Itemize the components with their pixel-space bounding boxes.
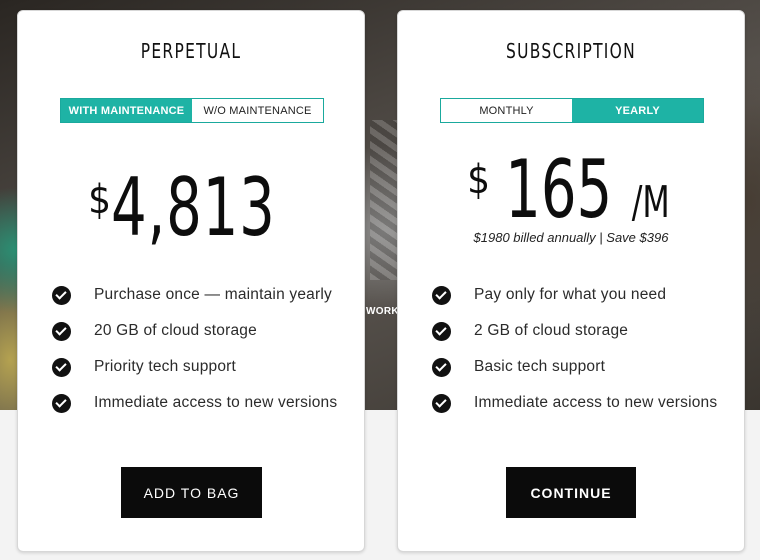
checkmark-circle-icon <box>52 357 71 377</box>
checkmark-circle-icon <box>432 321 451 341</box>
feature-text: Pay only for what you need <box>474 286 667 303</box>
feature-item: Immediate access to new versions <box>52 385 337 421</box>
perpetual-plan-title: PERPETUAL <box>140 39 242 63</box>
billing-period-toggle: MONTHLY YEARLY <box>440 98 704 123</box>
checkmark-circle-icon <box>52 393 71 413</box>
feature-item: Basic tech support <box>432 349 717 385</box>
checkmark-circle-icon <box>432 357 451 377</box>
checkmark-circle-icon <box>52 321 71 341</box>
feature-text: Immediate access to new versions <box>474 394 718 411</box>
subscription-feature-list: Pay only for what you need 2 GB of cloud… <box>432 277 717 421</box>
feature-text: Purchase once — maintain yearly <box>94 286 332 303</box>
feature-text: 20 GB of cloud storage <box>94 322 257 339</box>
subscription-price: $165/M <box>398 143 744 236</box>
maintenance-toggle: WITH MAINTENANCE W/O MAINTENANCE <box>60 98 324 123</box>
continue-button[interactable]: CONTINUE <box>506 467 636 518</box>
price-currency: $ <box>88 177 111 223</box>
feature-text: Basic tech support <box>474 358 606 375</box>
checkmark-circle-icon <box>52 285 71 305</box>
with-maintenance-option[interactable]: WITH MAINTENANCE <box>61 99 192 122</box>
price-amount: 165 <box>505 143 613 236</box>
price-amount: 4,813 <box>110 161 276 254</box>
add-to-bag-button[interactable]: ADD TO BAG <box>121 467 262 518</box>
feature-text: Priority tech support <box>94 358 237 375</box>
yearly-option[interactable]: YEARLY <box>572 99 703 122</box>
feature-item: Pay only for what you need <box>432 277 717 313</box>
price-period: /M <box>632 177 671 228</box>
subscription-plan-title: SUBSCRIPTION <box>506 39 636 63</box>
without-maintenance-option[interactable]: W/O MAINTENANCE <box>192 99 323 122</box>
billing-note: $1980 billed annually | Save $396 <box>473 230 669 245</box>
feature-text: Immediate access to new versions <box>94 394 338 411</box>
feature-item: Immediate access to new versions <box>432 385 717 421</box>
feature-item: Purchase once — maintain yearly <box>52 277 337 313</box>
price-currency: $ <box>467 157 491 203</box>
feature-item: 20 GB of cloud storage <box>52 313 337 349</box>
perpetual-price: $4,813 <box>18 161 364 254</box>
checkmark-circle-icon <box>432 393 451 413</box>
perpetual-plan-card: PERPETUAL WITH MAINTENANCE W/O MAINTENAN… <box>17 10 365 552</box>
feature-text: 2 GB of cloud storage <box>474 322 629 339</box>
monthly-option[interactable]: MONTHLY <box>441 99 572 122</box>
feature-item: 2 GB of cloud storage <box>432 313 717 349</box>
checkmark-circle-icon <box>432 285 451 305</box>
perpetual-feature-list: Purchase once — maintain yearly 20 GB of… <box>52 277 337 421</box>
feature-item: Priority tech support <box>52 349 337 385</box>
subscription-plan-card: SUBSCRIPTION MONTHLY YEARLY $165/M $1980… <box>397 10 745 552</box>
